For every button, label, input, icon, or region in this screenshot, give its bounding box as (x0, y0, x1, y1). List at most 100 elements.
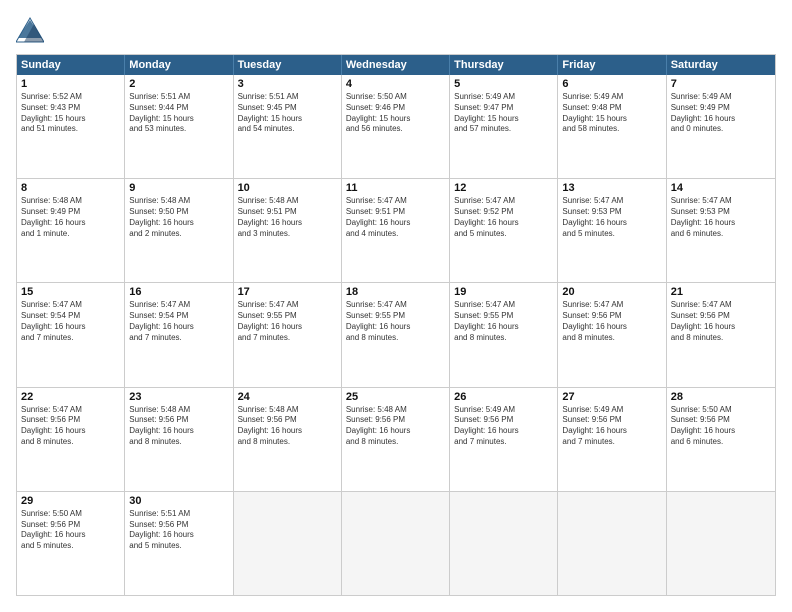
day-info: Sunrise: 5:48 AM Sunset: 9:51 PM Dayligh… (238, 196, 337, 239)
day-cell-8: 8 Sunrise: 5:48 AM Sunset: 9:49 PM Daylig… (17, 179, 125, 282)
day-info: Sunrise: 5:47 AM Sunset: 9:52 PM Dayligh… (454, 196, 553, 239)
day-cell-2: 2 Sunrise: 5:51 AM Sunset: 9:44 PM Daylig… (125, 75, 233, 178)
week-row-1: 1 Sunrise: 5:52 AM Sunset: 9:43 PM Daylig… (17, 75, 775, 178)
week-row-2: 8 Sunrise: 5:48 AM Sunset: 9:49 PM Daylig… (17, 178, 775, 282)
day-info: Sunrise: 5:47 AM Sunset: 9:55 PM Dayligh… (454, 300, 553, 343)
day-cell-29: 29 Sunrise: 5:50 AM Sunset: 9:56 PM Dayli… (17, 492, 125, 595)
empty-cell (234, 492, 342, 595)
empty-cell (667, 492, 775, 595)
day-info: Sunrise: 5:49 AM Sunset: 9:48 PM Dayligh… (562, 92, 661, 135)
day-cell-20: 20 Sunrise: 5:47 AM Sunset: 9:56 PM Dayli… (558, 283, 666, 386)
day-number: 22 (21, 391, 120, 403)
day-info: Sunrise: 5:47 AM Sunset: 9:55 PM Dayligh… (238, 300, 337, 343)
day-cell-12: 12 Sunrise: 5:47 AM Sunset: 9:52 PM Dayli… (450, 179, 558, 282)
day-number: 7 (671, 78, 771, 90)
day-info: Sunrise: 5:51 AM Sunset: 9:56 PM Dayligh… (129, 509, 228, 552)
day-number: 25 (346, 391, 445, 403)
day-cell-23: 23 Sunrise: 5:48 AM Sunset: 9:56 PM Dayli… (125, 388, 233, 491)
day-number: 26 (454, 391, 553, 403)
day-cell-22: 22 Sunrise: 5:47 AM Sunset: 9:56 PM Dayli… (17, 388, 125, 491)
day-info: Sunrise: 5:52 AM Sunset: 9:43 PM Dayligh… (21, 92, 120, 135)
day-info: Sunrise: 5:50 AM Sunset: 9:56 PM Dayligh… (21, 509, 120, 552)
day-number: 9 (129, 182, 228, 194)
day-number: 20 (562, 286, 661, 298)
day-number: 30 (129, 495, 228, 507)
empty-cell (450, 492, 558, 595)
day-cell-10: 10 Sunrise: 5:48 AM Sunset: 9:51 PM Dayli… (234, 179, 342, 282)
header-day-saturday: Saturday (667, 55, 775, 75)
calendar-header: SundayMondayTuesdayWednesdayThursdayFrid… (17, 55, 775, 75)
empty-cell (558, 492, 666, 595)
day-number: 11 (346, 182, 445, 194)
day-cell-13: 13Sunrise: 5:47 AM Sunset: 9:53 PM Dayli… (558, 179, 666, 282)
day-number: 24 (238, 391, 337, 403)
day-info: Sunrise: 5:48 AM Sunset: 9:50 PM Dayligh… (129, 196, 228, 239)
logo (16, 16, 48, 44)
calendar-body: 1 Sunrise: 5:52 AM Sunset: 9:43 PM Daylig… (17, 75, 775, 595)
day-info: Sunrise: 5:51 AM Sunset: 9:44 PM Dayligh… (129, 92, 228, 135)
day-number: 16 (129, 286, 228, 298)
calendar: SundayMondayTuesdayWednesdayThursdayFrid… (16, 54, 776, 596)
day-cell-11: 11 Sunrise: 5:47 AM Sunset: 9:51 PM Dayli… (342, 179, 450, 282)
day-cell-30: 30 Sunrise: 5:51 AM Sunset: 9:56 PM Dayli… (125, 492, 233, 595)
day-cell-21: 21 Sunrise: 5:47 AM Sunset: 9:56 PM Dayli… (667, 283, 775, 386)
day-number: 29 (21, 495, 120, 507)
day-info: Sunrise: 5:49 AM Sunset: 9:49 PM Dayligh… (671, 92, 771, 135)
day-info: Sunrise: 5:49 AM Sunset: 9:56 PM Dayligh… (562, 405, 661, 448)
day-cell-24: 24 Sunrise: 5:48 AM Sunset: 9:56 PM Dayli… (234, 388, 342, 491)
day-cell-3: 3 Sunrise: 5:51 AM Sunset: 9:45 PM Daylig… (234, 75, 342, 178)
header-day-monday: Monday (125, 55, 233, 75)
day-info: Sunrise: 5:48 AM Sunset: 9:56 PM Dayligh… (238, 405, 337, 448)
day-number: 4 (346, 78, 445, 90)
day-info: Sunrise: 5:48 AM Sunset: 9:49 PM Dayligh… (21, 196, 120, 239)
day-number: 21 (671, 286, 771, 298)
day-number: 8 (21, 182, 120, 194)
header-day-sunday: Sunday (17, 55, 125, 75)
day-info: Sunrise: 5:50 AM Sunset: 9:46 PM Dayligh… (346, 92, 445, 135)
day-cell-26: 26 Sunrise: 5:49 AM Sunset: 9:56 PM Dayli… (450, 388, 558, 491)
day-cell-28: 28 Sunrise: 5:50 AM Sunset: 9:56 PM Dayli… (667, 388, 775, 491)
day-number: 19 (454, 286, 553, 298)
day-info: Sunrise: 5:47 AM Sunset: 9:56 PM Dayligh… (21, 405, 120, 448)
day-number: 1 (21, 78, 120, 90)
day-cell-16: 16 Sunrise: 5:47 AM Sunset: 9:54 PM Dayli… (125, 283, 233, 386)
week-row-3: 15 Sunrise: 5:47 AM Sunset: 9:54 PM Dayli… (17, 282, 775, 386)
day-number: 18 (346, 286, 445, 298)
day-number: 27 (562, 391, 661, 403)
day-cell-7: 7 Sunrise: 5:49 AM Sunset: 9:49 PM Daylig… (667, 75, 775, 178)
day-cell-6: 6Sunrise: 5:49 AM Sunset: 9:48 PM Daylig… (558, 75, 666, 178)
day-info: Sunrise: 5:51 AM Sunset: 9:45 PM Dayligh… (238, 92, 337, 135)
logo-icon (16, 16, 44, 44)
empty-cell (342, 492, 450, 595)
day-number: 28 (671, 391, 771, 403)
day-number: 12 (454, 182, 553, 194)
day-info: Sunrise: 5:48 AM Sunset: 9:56 PM Dayligh… (129, 405, 228, 448)
day-number: 3 (238, 78, 337, 90)
day-number: 17 (238, 286, 337, 298)
header-day-tuesday: Tuesday (234, 55, 342, 75)
header-day-wednesday: Wednesday (342, 55, 450, 75)
day-number: 23 (129, 391, 228, 403)
day-number: 10 (238, 182, 337, 194)
day-info: Sunrise: 5:47 AM Sunset: 9:55 PM Dayligh… (346, 300, 445, 343)
day-cell-4: 4 Sunrise: 5:50 AM Sunset: 9:46 PM Daylig… (342, 75, 450, 178)
day-info: Sunrise: 5:48 AM Sunset: 9:56 PM Dayligh… (346, 405, 445, 448)
day-cell-19: 19 Sunrise: 5:47 AM Sunset: 9:55 PM Dayli… (450, 283, 558, 386)
day-info: Sunrise: 5:47 AM Sunset: 9:56 PM Dayligh… (562, 300, 661, 343)
day-info: Sunrise: 5:47 AM Sunset: 9:51 PM Dayligh… (346, 196, 445, 239)
day-info: Sunrise: 5:47 AM Sunset: 9:53 PM Dayligh… (671, 196, 771, 239)
day-number: 15 (21, 286, 120, 298)
day-info: Sunrise: 5:47 AM Sunset: 9:54 PM Dayligh… (21, 300, 120, 343)
day-info: Sunrise: 5:47 AM Sunset: 9:53 PM Dayligh… (562, 196, 661, 239)
day-info: Sunrise: 5:49 AM Sunset: 9:56 PM Dayligh… (454, 405, 553, 448)
day-cell-27: 27 Sunrise: 5:49 AM Sunset: 9:56 PM Dayli… (558, 388, 666, 491)
day-info: Sunrise: 5:50 AM Sunset: 9:56 PM Dayligh… (671, 405, 771, 448)
day-cell-1: 1 Sunrise: 5:52 AM Sunset: 9:43 PM Daylig… (17, 75, 125, 178)
day-cell-5: 5Sunrise: 5:49 AM Sunset: 9:47 PM Daylig… (450, 75, 558, 178)
day-number: 2 (129, 78, 228, 90)
day-info: Sunrise: 5:47 AM Sunset: 9:54 PM Dayligh… (129, 300, 228, 343)
day-cell-15: 15 Sunrise: 5:47 AM Sunset: 9:54 PM Dayli… (17, 283, 125, 386)
day-info: Sunrise: 5:47 AM Sunset: 9:56 PM Dayligh… (671, 300, 771, 343)
day-number: 5 (454, 78, 553, 90)
day-cell-18: 18 Sunrise: 5:47 AM Sunset: 9:55 PM Dayli… (342, 283, 450, 386)
